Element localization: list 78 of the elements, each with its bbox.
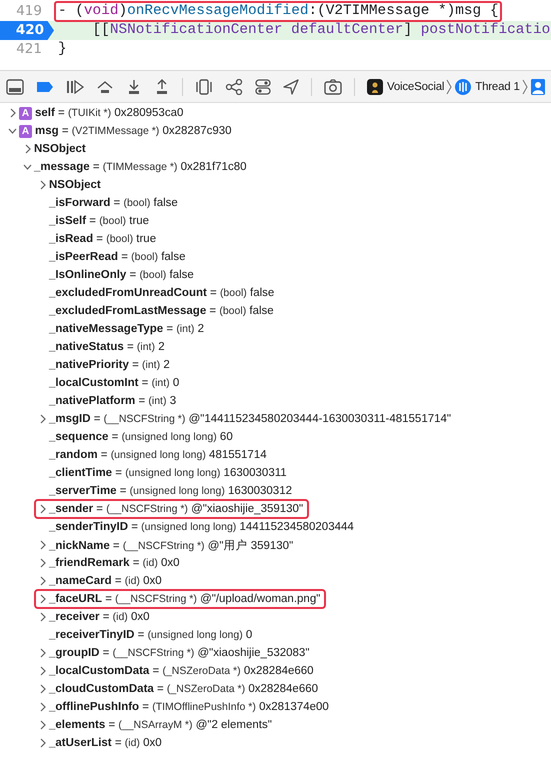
variable-entry: _sender = (__NSCFString *) @"xiaoshijie_359130" xyxy=(49,503,304,515)
step-out-icon[interactable] xyxy=(154,78,170,94)
expand-chevron-icon[interactable] xyxy=(38,648,47,658)
variable-entry: _message = (TIMMessage *) 0x281f71c80 xyxy=(34,161,246,173)
variable-entry: NSObject xyxy=(49,179,101,191)
code-line: } xyxy=(57,40,68,59)
variable-entry: _atUserList = (id) 0x0 xyxy=(49,737,162,749)
expand-chevron-icon[interactable] xyxy=(8,108,17,118)
variable-entry: _faceURL = (__NSCFString *) @"/upload/woman.png" xyxy=(49,593,320,605)
expand-chevron-icon[interactable] xyxy=(38,558,47,568)
expand-chevron-icon[interactable] xyxy=(38,666,47,676)
expand-chevron-icon[interactable] xyxy=(38,684,47,694)
expand-chevron-icon[interactable] xyxy=(38,414,47,424)
variable-entry: _nativeMessageType = (int) 2 xyxy=(49,323,204,335)
variable-entry: NSObject xyxy=(34,143,86,155)
expand-chevron-icon[interactable] xyxy=(38,540,47,550)
variable-entry: _groupID = (__NSCFString *) @"xiaoshijie_532083" xyxy=(49,647,310,659)
expand-chevron-icon[interactable] xyxy=(38,702,47,712)
variable-entry: _excludedFromUnreadCount = (bool) false xyxy=(49,287,274,299)
view-hierarchy-icon[interactable] xyxy=(195,78,213,94)
variable-entry: _isPeerRead = (bool) false xyxy=(49,251,186,263)
code-line: [[NSNotificationCenter defaultCenter] postNotificatio xyxy=(92,21,551,40)
variable-entry: self = (TUIKit *) 0x280953ca0 xyxy=(35,107,184,119)
breakpoint-icon[interactable] xyxy=(36,80,54,92)
app-icon xyxy=(367,78,383,94)
line-number: 421 xyxy=(15,40,43,59)
variable-entry: _receiver = (id) 0x0 xyxy=(49,611,150,623)
step-over-icon[interactable] xyxy=(96,78,114,94)
variable-entry: _sequence = (unsigned long long) 60 xyxy=(49,431,233,443)
variable-entry: _isForward = (bool) false xyxy=(49,197,178,209)
variable-entry: _nickName = (__NSCFString *) @"用户 359130" xyxy=(49,538,294,552)
collapse-chevron-icon[interactable] xyxy=(23,162,32,172)
expand-chevron-icon[interactable] xyxy=(38,504,47,514)
location-icon[interactable] xyxy=(283,78,299,94)
continue-icon[interactable] xyxy=(66,80,84,94)
breadcrumb-item[interactable]: VoiceSocial xyxy=(387,80,444,92)
variable-kind-badge: A xyxy=(19,124,32,138)
expand-chevron-icon[interactable] xyxy=(23,144,32,154)
variable-entry: _serverTime = (unsigned long long) 1630030312 xyxy=(49,485,292,497)
variable-entry: _offlinePushInfo = (TIMOfflinePushInfo *) 0x281374e00 xyxy=(49,701,329,713)
environment-icon[interactable] xyxy=(255,78,271,94)
variable-entry: _isRead = (bool) true xyxy=(49,233,156,245)
chevron-icon xyxy=(522,78,528,94)
variable-entry: _localCustomInt = (int) 0 xyxy=(49,377,180,389)
variable-entry: msg = (V2TIMMessage *) 0x28287c930 xyxy=(35,125,232,137)
expand-chevron-icon[interactable] xyxy=(38,612,47,622)
line-number: 419 xyxy=(15,2,43,21)
variable-entry: _nativePriority = (int) 2 xyxy=(49,359,170,371)
thread-icon xyxy=(455,78,472,94)
variable-entry: _excludedFromLastMessage = (bool) false xyxy=(49,305,274,317)
step-into-icon[interactable] xyxy=(126,78,142,94)
variable-entry: _elements = (__NSArrayM *) @"2 elements" xyxy=(49,719,272,731)
expand-chevron-icon[interactable] xyxy=(38,738,47,748)
variable-entry: _localCustomData = (_NSZeroData *) 0x28284e660 xyxy=(49,665,314,677)
variable-entry: _random = (unsigned long long) 481551714 xyxy=(49,449,267,461)
variable-entry: _clientTime = (unsigned long long) 1630030311 xyxy=(49,467,287,479)
variable-entry: _isSelf = (bool) true xyxy=(49,215,150,227)
camera-icon[interactable] xyxy=(324,78,342,94)
expand-chevron-icon[interactable] xyxy=(38,180,47,190)
person-icon xyxy=(530,78,545,94)
variable-entry: _IsOnlineOnly = (bool) false xyxy=(49,269,194,281)
variable-entry: _msgID = (__NSCFString *) @"144115234580203444-1630030311-481551714" xyxy=(49,413,451,425)
breadcrumb-item[interactable]: Thread 1 xyxy=(475,80,520,92)
variable-entry: _cloudCustomData = (_NSZeroData *) 0x28284e660 xyxy=(49,683,318,695)
panel-toggle-icon[interactable] xyxy=(6,78,24,94)
expand-chevron-icon[interactable] xyxy=(38,720,47,730)
variable-kind-badge: A xyxy=(19,106,32,120)
variable-entry: _nameCard = (id) 0x0 xyxy=(49,575,162,587)
variable-entry: _nativeStatus = (int) 2 xyxy=(49,341,165,353)
expand-chevron-icon[interactable] xyxy=(38,594,47,604)
collapse-chevron-icon[interactable] xyxy=(8,126,17,136)
expand-chevron-icon[interactable] xyxy=(38,576,47,586)
variable-entry: _receiverTinyID = (unsigned long long) 0 xyxy=(49,629,252,641)
variable-entry: _friendRemark = (id) 0x0 xyxy=(49,557,180,569)
chevron-icon xyxy=(446,78,452,94)
memory-graph-icon[interactable] xyxy=(225,78,243,94)
variable-entry: _senderTinyID = (unsigned long long) 144115234580203444 xyxy=(49,521,354,533)
variable-entry: _nativePlatform = (int) 3 xyxy=(49,395,176,407)
